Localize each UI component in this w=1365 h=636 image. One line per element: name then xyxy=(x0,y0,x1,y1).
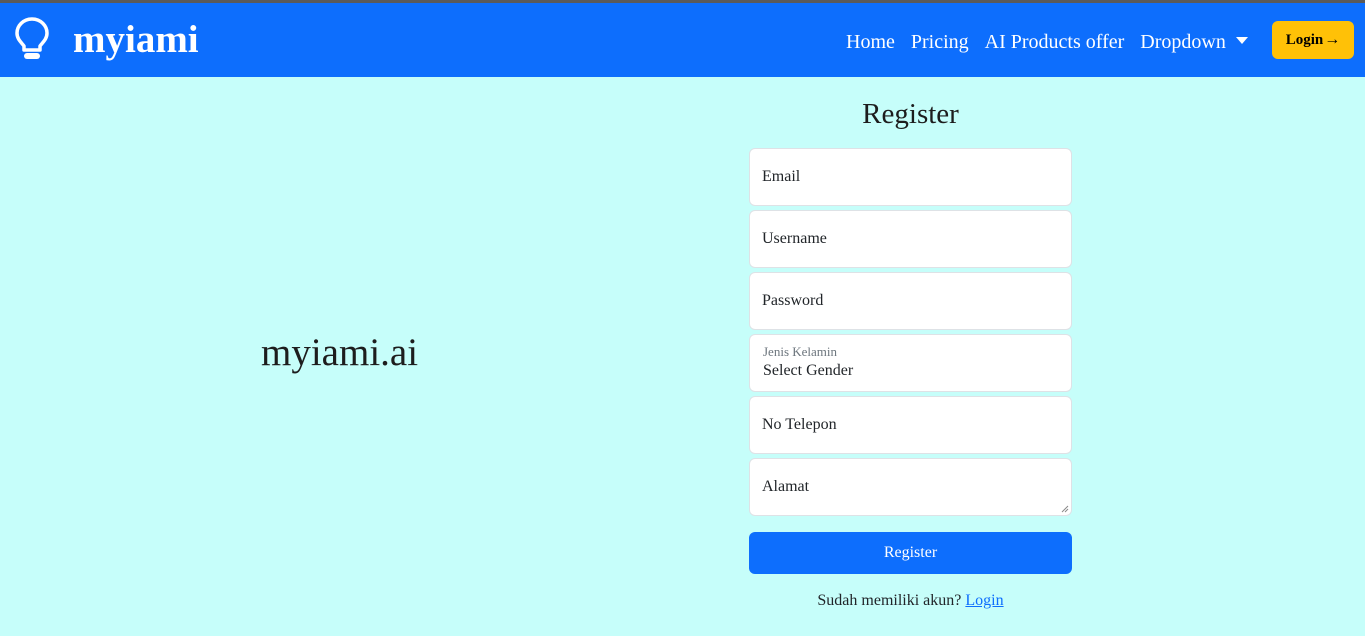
arrow-right-icon: → xyxy=(1324,31,1341,48)
email-field-wrapper xyxy=(749,148,1072,206)
brand-name[interactable]: myiami xyxy=(73,17,199,63)
username-field-wrapper xyxy=(749,210,1072,268)
register-button[interactable]: Register xyxy=(749,532,1072,574)
gender-select[interactable]: Jenis Kelamin Select Gender xyxy=(749,334,1072,392)
login-button[interactable]: Login → xyxy=(1272,21,1354,59)
register-title: Register xyxy=(862,98,959,130)
phone-field-wrapper xyxy=(749,396,1072,454)
email-field[interactable] xyxy=(750,149,1071,205)
nav-home-link[interactable]: Home xyxy=(838,28,903,56)
hero-title: myiami.ai xyxy=(261,331,419,374)
navbar: myiami Home Pricing AI Products offer Dr… xyxy=(0,3,1365,77)
gender-select-value: Select Gender xyxy=(763,362,854,379)
login-prompt: Sudah memiliki akun? Login xyxy=(749,592,1072,610)
nav-dropdown-toggle[interactable]: Dropdown xyxy=(1132,28,1256,56)
resize-grip-icon[interactable] xyxy=(1061,505,1069,513)
username-field[interactable] xyxy=(750,211,1071,267)
lightbulb-icon[interactable] xyxy=(14,16,50,62)
gender-select-label: Jenis Kelamin xyxy=(763,344,838,359)
password-field-wrapper xyxy=(749,272,1072,330)
login-link[interactable]: Login xyxy=(965,592,1003,609)
caret-down-icon xyxy=(1235,37,1248,44)
nav-ai-products-link[interactable]: AI Products offer xyxy=(977,28,1133,56)
nav-pricing-link[interactable]: Pricing xyxy=(903,28,977,56)
phone-field[interactable] xyxy=(750,397,1071,453)
address-field-wrapper xyxy=(749,458,1072,516)
password-field[interactable] xyxy=(750,273,1071,329)
login-prompt-text: Sudah memiliki akun? xyxy=(817,592,962,609)
login-button-label: Login xyxy=(1285,31,1324,48)
address-field[interactable] xyxy=(750,459,1071,515)
nav-dropdown-label: Dropdown xyxy=(1140,31,1226,53)
nav-links: Home Pricing AI Products offer Dropdown xyxy=(838,27,1256,57)
